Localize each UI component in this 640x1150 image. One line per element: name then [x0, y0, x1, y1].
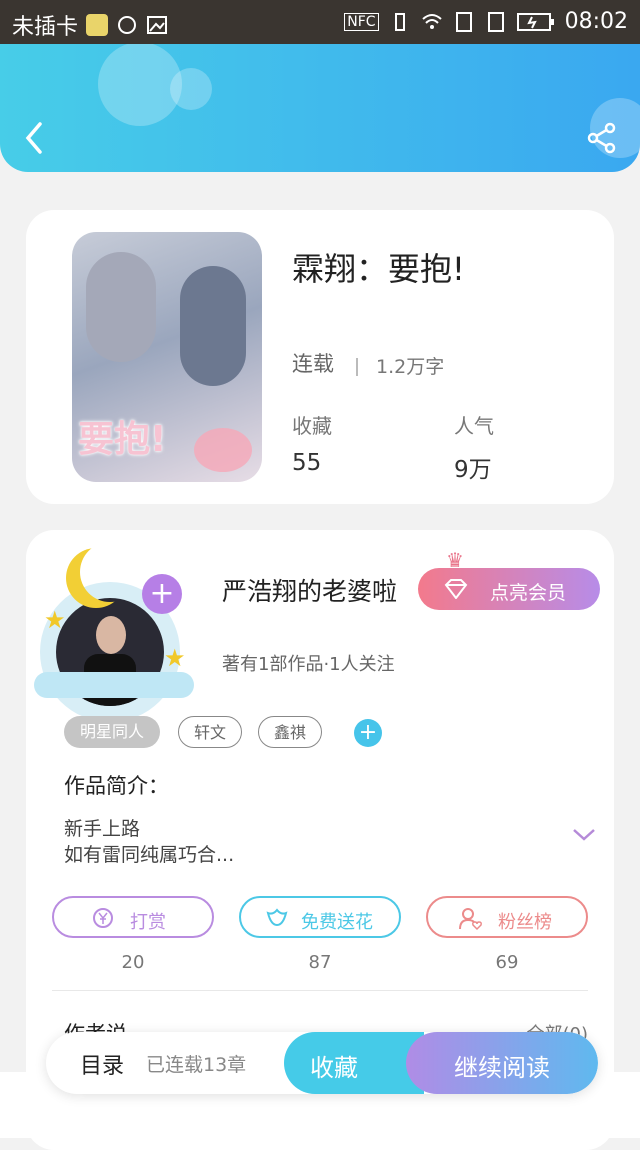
- stat-value-popularity: 9万: [454, 457, 492, 483]
- stat-label-popularity: 人气: [454, 414, 494, 438]
- sim-icon: [86, 14, 109, 36]
- divider: [356, 358, 358, 376]
- bubble-decoration: [170, 68, 212, 110]
- stat-label-favorites: 收藏: [292, 414, 332, 438]
- send-flower-label: 免费送花: [301, 912, 373, 933]
- continue-reading-label: 继续阅读: [454, 1054, 550, 1082]
- flower-count: 87: [308, 952, 332, 973]
- coin-icon: [93, 908, 113, 928]
- status-bar: 未插卡 NFC 08:02: [0, 0, 640, 44]
- clock: 08:02: [564, 9, 628, 34]
- wifi-icon: [421, 13, 442, 29]
- sim1-icon: [455, 11, 472, 32]
- favorite-button[interactable]: 收藏: [284, 1032, 424, 1094]
- chapter-count: 已连载13章: [146, 1054, 247, 1076]
- word-count: 1.2万字: [376, 356, 445, 378]
- sync-icon: [118, 16, 137, 34]
- star-icon: ★: [164, 644, 186, 672]
- vibrate-icon: [394, 12, 405, 31]
- cover-figure: [180, 266, 246, 386]
- serial-status: 连载: [292, 352, 334, 376]
- fan-rank-button[interactable]: 粉丝榜: [426, 896, 588, 938]
- fan-count: 69: [495, 952, 519, 973]
- cover-title-art: 要抱!: [78, 419, 167, 460]
- status-left: 未插卡: [12, 9, 168, 41]
- tip-count: 20: [121, 952, 145, 973]
- book-cover[interactable]: 要抱!: [72, 232, 262, 482]
- back-arrow-icon[interactable]: [22, 122, 46, 154]
- moon-icon: [80, 542, 140, 602]
- send-flower-button[interactable]: 免费送花: [239, 896, 401, 938]
- divider: [52, 990, 588, 991]
- fan-rank-label: 粉丝榜: [498, 912, 552, 933]
- sim2-icon: [487, 11, 504, 32]
- favorite-label: 收藏: [310, 1054, 358, 1082]
- tip-label: 打赏: [130, 912, 166, 933]
- book-title: 霖翔：要抱!: [292, 250, 465, 288]
- nfc-icon: NFC: [344, 12, 379, 31]
- carrier-label: 未插卡: [12, 15, 79, 40]
- flower-icon: [266, 908, 288, 927]
- battery-icon: [516, 12, 554, 31]
- book-info-card: 要抱! 霖翔：要抱! 连载 1.2万字 收藏 55 人气 9万: [26, 210, 614, 504]
- cover-figure: [86, 252, 156, 362]
- bottom-action-bar: 目录 已连载13章 收藏 继续阅读: [46, 1032, 598, 1094]
- avatar-face: [96, 616, 126, 654]
- status-right: NFC 08:02: [344, 9, 628, 34]
- tag-chip[interactable]: 鑫祺: [258, 716, 322, 748]
- expand-chevron-icon[interactable]: [572, 828, 596, 842]
- tag-chip[interactable]: 轩文: [178, 716, 242, 748]
- author-name[interactable]: 严浩翔的老婆啦: [222, 572, 397, 608]
- intro-heading: 作品简介：: [64, 774, 169, 798]
- vip-button[interactable]: 点亮会员: [418, 568, 600, 610]
- diamond-icon: [444, 579, 468, 599]
- stat-value-favorites: 55: [292, 450, 322, 476]
- continue-reading-button[interactable]: 继续阅读: [406, 1032, 598, 1094]
- toc-button[interactable]: 目录: [80, 1048, 124, 1080]
- user-heart-icon: [459, 908, 482, 931]
- tag-chip[interactable]: 明星同人: [64, 716, 160, 748]
- add-tag-button[interactable]: +: [354, 719, 382, 747]
- author-meta: 著有1部作品·1人关注: [222, 654, 395, 675]
- header-banner: [0, 44, 640, 172]
- intro-line: 新手上路: [64, 818, 141, 840]
- intro-text: 新手上路 如有雷同纯属巧合...: [64, 816, 234, 868]
- heart-icon: [194, 428, 252, 472]
- follow-plus-button[interactable]: +: [142, 574, 182, 614]
- image-icon: [147, 16, 168, 34]
- star-icon: ★: [44, 606, 66, 634]
- cloud-decoration: [34, 672, 194, 698]
- vip-label: 点亮会员: [490, 582, 567, 604]
- tip-button[interactable]: 打赏: [52, 896, 214, 938]
- share-icon[interactable]: [586, 122, 618, 154]
- intro-line: 如有雷同纯属巧合...: [64, 844, 235, 866]
